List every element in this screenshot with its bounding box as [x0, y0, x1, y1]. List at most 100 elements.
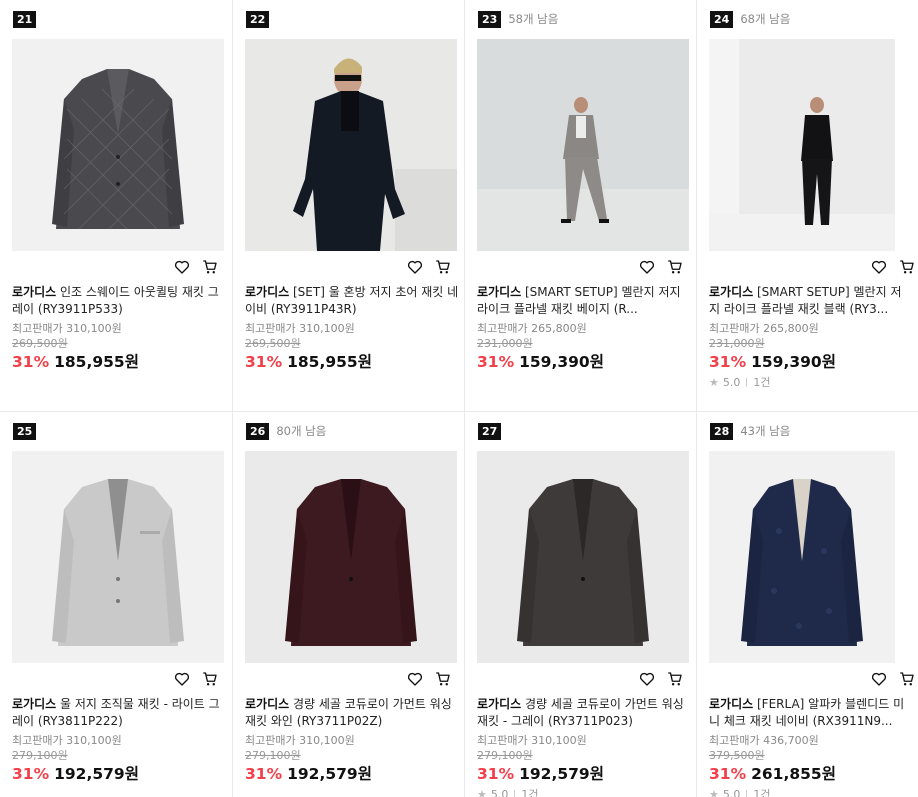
max-price: 최고판매가 436,700원 — [709, 734, 819, 747]
rank-row: 27 — [478, 422, 502, 440]
brand-name: 로가디스 — [12, 285, 57, 299]
discount-rate: 31% — [709, 765, 747, 783]
heart-icon[interactable] — [173, 670, 191, 688]
heart-icon[interactable] — [406, 670, 424, 688]
original-price: 279,100원 — [477, 749, 533, 762]
discount-rate: 31% — [245, 765, 283, 783]
heart-icon[interactable] — [638, 258, 656, 276]
original-price: 269,500원 — [245, 337, 301, 350]
max-price: 최고판매가 310,100원 — [12, 322, 122, 335]
product-title[interactable]: 로가디스 경량 세골 코듀로이 가먼트 워싱 재킷 - 그레이 (RY3711P… — [477, 696, 691, 730]
product-image[interactable] — [12, 451, 224, 663]
product-image[interactable] — [709, 39, 895, 251]
cart-icon[interactable] — [666, 258, 684, 276]
product-title[interactable]: 로가디스 [SMART SETUP] 멜란지 저지 라이크 플라넬 재킷 베이지… — [477, 284, 691, 318]
heart-icon[interactable] — [406, 258, 424, 276]
discount-rate: 31% — [709, 353, 747, 371]
product-image[interactable] — [477, 39, 689, 251]
product-image[interactable] — [245, 39, 457, 251]
product-title[interactable]: 로가디스 울 저지 조직물 재킷 - 라이트 그레이 (RY3811P222) — [12, 696, 226, 730]
max-price: 최고판매가 265,800원 — [709, 322, 819, 335]
product-card[interactable]: 22 로가디스 [SET] 울 혼방 저지 초어 재킷 네이비 (RY3911P… — [233, 0, 465, 412]
max-price: 최고판매가 310,100원 — [12, 734, 122, 747]
brand-name: 로가디스 — [12, 697, 57, 711]
sale-price: 185,955원 — [54, 353, 139, 371]
product-title[interactable]: 로가디스 [SMART SETUP] 멜란지 저지 라이크 플라넬 재킷 블랙 … — [709, 284, 909, 318]
product-card[interactable]: 23 58개 남음 로가디스 [SMART SETUP] 멜란지 저지 라이크 … — [465, 0, 697, 412]
cart-icon[interactable] — [201, 670, 219, 688]
original-price: 279,100원 — [245, 749, 301, 762]
rank-row: 23 58개 남음 — [478, 10, 558, 28]
max-price: 최고판매가 310,100원 — [477, 734, 587, 747]
max-price: 최고판매가 310,100원 — [245, 322, 355, 335]
card-actions — [173, 670, 219, 688]
price-row: 31% 192,579원 — [12, 762, 139, 784]
price-row: 31% 159,390원 — [709, 350, 836, 372]
product-title[interactable]: 로가디스 [SET] 울 혼방 저지 초어 재킷 네이비 (RY3911P43R… — [245, 284, 459, 318]
stock-remaining: 43개 남음 — [740, 424, 791, 438]
original-price: 279,100원 — [12, 749, 68, 762]
cart-icon[interactable] — [898, 258, 916, 276]
sale-price: 185,955원 — [287, 353, 372, 371]
original-price: 231,000원 — [477, 337, 533, 350]
sale-price: 261,855원 — [751, 765, 836, 783]
brand-name: 로가디스 — [245, 285, 290, 299]
cart-icon[interactable] — [434, 258, 452, 276]
product-card[interactable]: 24 68개 남음 로가디스 [SMART SETUP] 멜란지 저지 라이크 … — [697, 0, 918, 412]
product-card[interactable]: 27 로가디스 경량 세골 코듀로이 가먼트 워싱 재킷 - 그레이 (RY37… — [465, 412, 697, 797]
original-price: 269,500원 — [12, 337, 68, 350]
discount-rate: 31% — [12, 765, 50, 783]
product-grid: 21 로가디스 인조 스웨이드 아웃퀼팅 재킷 그레이 (RY3911P533) — [0, 0, 918, 797]
rating-separator — [514, 789, 516, 797]
rank-badge: 28 — [710, 422, 734, 440]
product-card[interactable]: 21 로가디스 인조 스웨이드 아웃퀼팅 재킷 그레이 (RY3911P533) — [0, 0, 232, 412]
product-title[interactable]: 로가디스 [FERLA] 알파카 블렌디드 미니 체크 재킷 네이비 (RX39… — [709, 696, 909, 730]
product-image[interactable] — [245, 451, 457, 663]
cart-icon[interactable] — [201, 258, 219, 276]
brand-name: 로가디스 — [245, 697, 290, 711]
rank-badge: 22 — [246, 10, 270, 28]
stock-remaining: 80개 남음 — [276, 424, 327, 438]
review-count: 1건 — [753, 376, 771, 389]
stock-remaining: 68개 남음 — [740, 12, 791, 26]
cart-icon[interactable] — [434, 670, 452, 688]
product-card[interactable]: 26 80개 남음 로가디스 경량 세골 코듀로이 가먼트 워싱 재킷 와인 (… — [233, 412, 465, 797]
heart-icon[interactable] — [173, 258, 191, 276]
product-title[interactable]: 로가디스 인조 스웨이드 아웃퀼팅 재킷 그레이 (RY3911P533) — [12, 284, 226, 318]
rank-badge: 24 — [710, 10, 734, 28]
price-row: 31% 192,579원 — [245, 762, 372, 784]
product-image[interactable] — [12, 39, 224, 251]
discount-rate: 31% — [477, 765, 515, 783]
card-actions — [638, 258, 684, 276]
product-image[interactable] — [477, 451, 689, 663]
rating-score: 5.0 — [490, 787, 509, 797]
product-card[interactable]: 28 43개 남음 로가디스 [FERLA] 알파카 블렌디드 미니 체크 재킷… — [697, 412, 918, 797]
heart-icon[interactable] — [870, 258, 888, 276]
card-actions — [870, 670, 916, 688]
cart-icon[interactable] — [666, 670, 684, 688]
discount-rate: 31% — [245, 353, 283, 371]
rank-badge: 23 — [478, 10, 502, 28]
rating-separator — [746, 377, 748, 387]
max-price: 최고판매가 310,100원 — [245, 734, 355, 747]
brand-name: 로가디스 — [709, 285, 754, 299]
price-row: 31% 192,579원 — [477, 762, 604, 784]
max-price: 최고판매가 265,800원 — [477, 322, 587, 335]
rank-badge: 21 — [13, 10, 37, 28]
review-count: 1건 — [753, 788, 771, 797]
product-card[interactable]: 25 로가디스 울 저지 조직물 재킷 - 라이트 그레이 (RY3811P22… — [0, 412, 232, 797]
rank-badge: 27 — [478, 422, 502, 440]
heart-icon[interactable] — [870, 670, 888, 688]
card-actions — [638, 670, 684, 688]
rank-row: 22 — [246, 10, 270, 28]
card-actions — [406, 670, 452, 688]
rating-row: ★ 5.0 1건 — [709, 374, 771, 390]
product-image[interactable] — [709, 451, 895, 663]
heart-icon[interactable] — [638, 670, 656, 688]
card-actions — [173, 258, 219, 276]
cart-icon[interactable] — [898, 670, 916, 688]
product-title[interactable]: 로가디스 경량 세골 코듀로이 가먼트 워싱 재킷 와인 (RY3711P02Z… — [245, 696, 459, 730]
sale-price: 192,579원 — [519, 765, 604, 783]
card-actions — [406, 258, 452, 276]
price-row: 31% 159,390원 — [477, 350, 604, 372]
